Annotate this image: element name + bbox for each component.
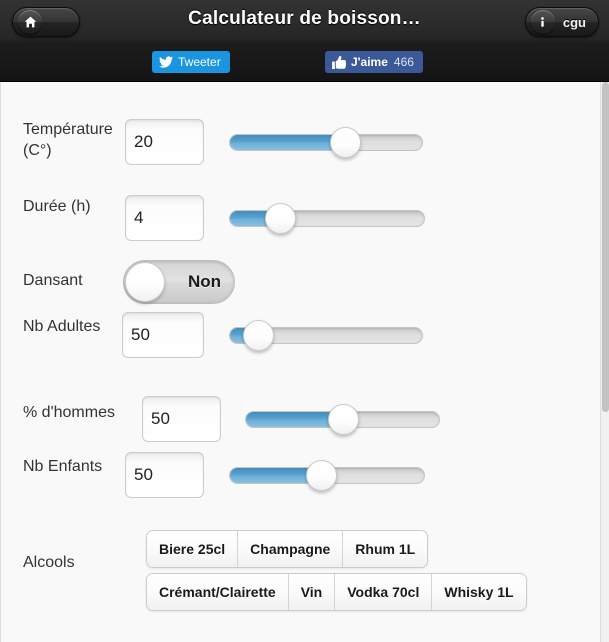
- row-duree: Durée (h): [1, 162, 600, 241]
- row-alcools: Alcools Biere 25cl Champagne Rhum 1L Cré…: [1, 512, 600, 622]
- alcool-button-cremant[interactable]: Crémant/Clairette: [147, 574, 289, 610]
- like-count: 466: [393, 55, 414, 69]
- scrollbar-thumb[interactable]: [602, 82, 609, 412]
- cgu-label: cgu: [562, 14, 586, 30]
- alcool-button-vin[interactable]: Vin: [288, 574, 336, 610]
- app-header: Calculateur de boisson… cgu Tweeter J'ai…: [0, 0, 609, 82]
- twitter-bird-icon: [159, 56, 173, 68]
- row-temperature: Température (C°): [1, 82, 600, 165]
- row-nb-adultes: Nb Adultes: [1, 294, 600, 369]
- temperature-input[interactable]: [125, 119, 204, 165]
- duree-slider[interactable]: [229, 203, 425, 234]
- dansant-label: Dansant: [23, 272, 83, 289]
- page-title: Calculateur de boisson…: [188, 8, 421, 29]
- app-window: Calculateur de boisson… cgu Tweeter J'ai…: [0, 0, 609, 642]
- pct-hommes-slider-handle[interactable]: [327, 404, 359, 435]
- alcool-button-whisky[interactable]: Whisky 1L: [432, 574, 526, 610]
- duree-slider-handle[interactable]: [264, 203, 296, 234]
- like-label: J'aime: [351, 55, 388, 69]
- row-nb-enfants: Nb Enfants: [1, 434, 600, 512]
- nb-enfants-input[interactable]: [125, 452, 204, 498]
- duree-slider-track[interactable]: [229, 210, 425, 227]
- pct-hommes-slider[interactable]: [245, 404, 440, 435]
- pct-hommes-label: % d'hommes: [23, 404, 115, 421]
- vertical-scrollbar[interactable]: [600, 82, 609, 642]
- form-content: Température (C°) Durée (h) Dansant: [0, 82, 600, 642]
- alcool-button-biere[interactable]: Biere 25cl: [147, 531, 239, 567]
- alcool-button-vodka[interactable]: Vodka 70cl: [335, 574, 433, 610]
- temperature-slider-track[interactable]: [229, 134, 423, 151]
- thumbs-up-icon: [332, 55, 346, 69]
- row-pct-hommes: % d'hommes: [1, 372, 600, 442]
- cgu-button[interactable]: cgu: [524, 7, 599, 37]
- nb-enfants-slider-handle[interactable]: [306, 460, 338, 491]
- row-dansant: Dansant Non: [1, 234, 600, 304]
- tweet-label: Tweeter: [178, 55, 221, 69]
- alcools-label: Alcools: [23, 554, 75, 571]
- alcool-button-champagne[interactable]: Champagne: [238, 531, 344, 567]
- info-icon: [530, 10, 555, 34]
- social-bar: Tweeter J'aime 466: [0, 48, 609, 78]
- header-top-bar: Calculateur de boisson… cgu: [0, 0, 609, 45]
- like-button[interactable]: J'aime 466: [325, 51, 423, 73]
- nb-adultes-slider[interactable]: [229, 320, 423, 351]
- tweet-button[interactable]: Tweeter: [152, 51, 230, 73]
- temperature-slider[interactable]: [229, 127, 423, 158]
- temperature-slider-handle[interactable]: [330, 127, 362, 158]
- temperature-slider-fill: [230, 135, 346, 150]
- nb-adultes-label: Nb Adultes: [23, 318, 101, 335]
- duree-label: Durée (h): [23, 198, 91, 215]
- nb-adultes-slider-handle[interactable]: [243, 320, 275, 351]
- nb-enfants-slider[interactable]: [229, 460, 425, 491]
- alcools-button-group-row1: Biere 25cl Champagne Rhum 1L: [146, 530, 429, 568]
- alcool-button-rhum[interactable]: Rhum 1L: [343, 531, 428, 567]
- alcools-button-group-row2: Crémant/Clairette Vin Vodka 70cl Whisky …: [146, 573, 527, 611]
- nb-enfants-label: Nb Enfants: [23, 458, 103, 475]
- nb-adultes-input[interactable]: [122, 312, 204, 358]
